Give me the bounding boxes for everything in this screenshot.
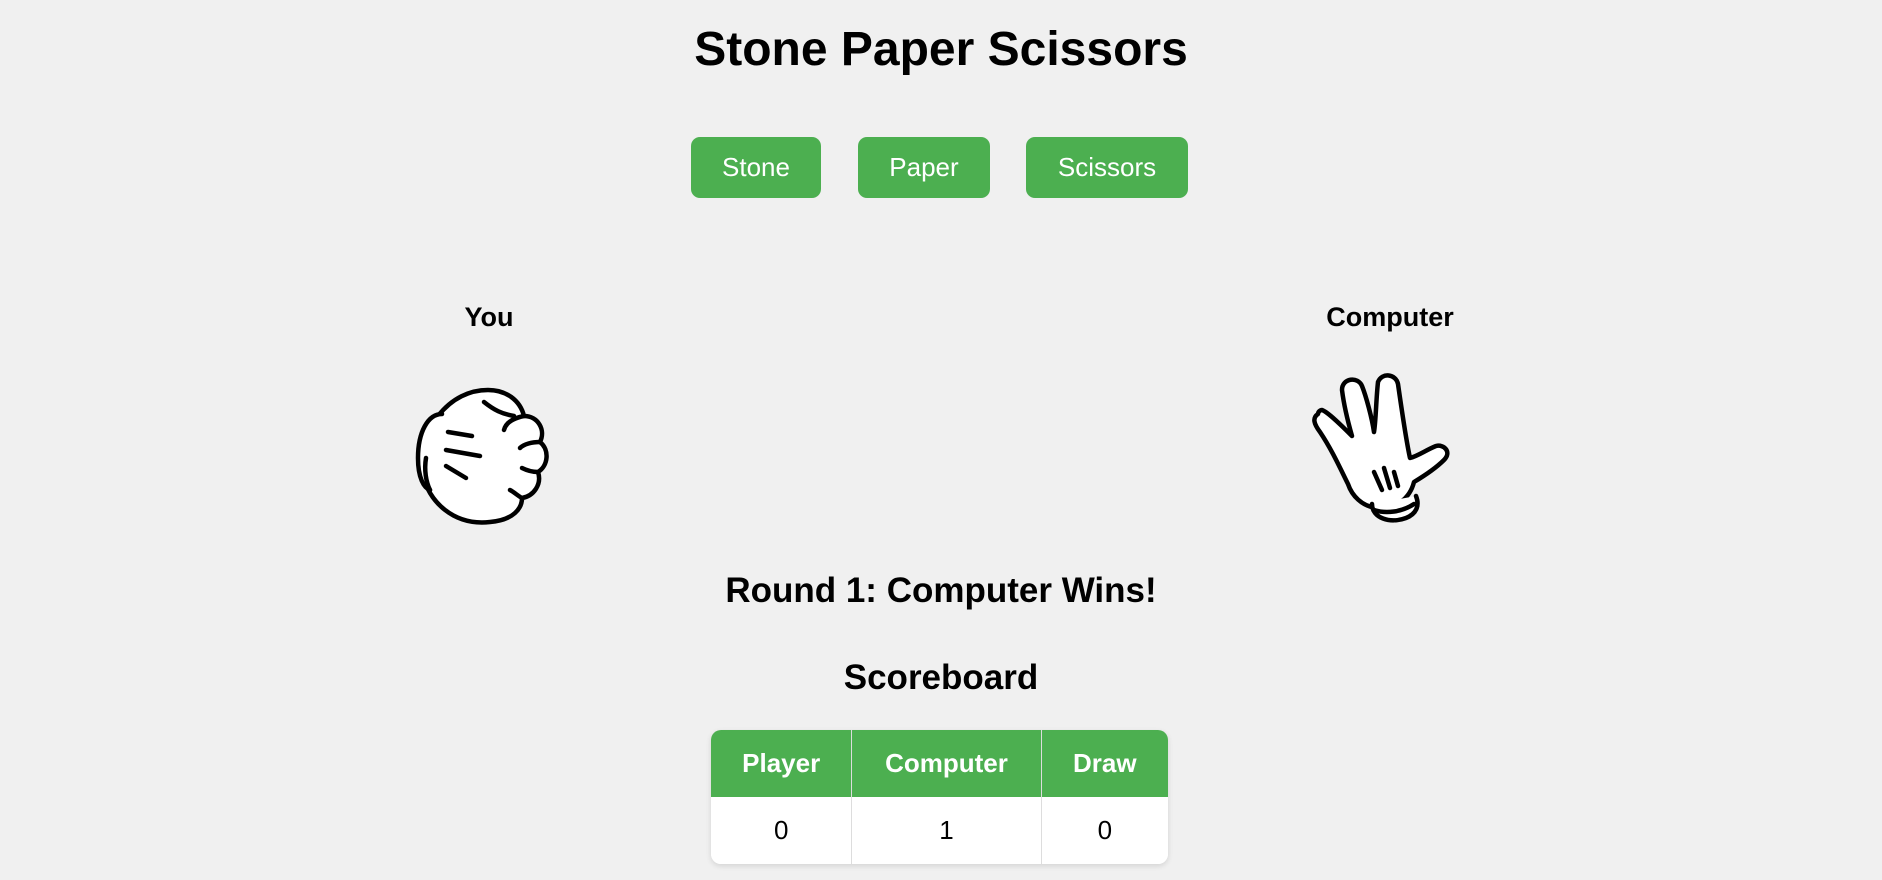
scoreboard-table: Player Computer Draw 0 1 0 (711, 730, 1168, 864)
player-label: You (464, 302, 514, 332)
header-player: Player (711, 730, 852, 797)
header-draw: Draw (1040, 730, 1168, 797)
computer-score: 1 (851, 797, 1042, 864)
scoreboard-title: Scoreboard (843, 658, 1039, 697)
header-computer: Computer (851, 730, 1042, 797)
computer-label: Computer (1326, 302, 1454, 332)
game-page: Stone Paper Scissors Stone Paper Scissor… (0, 0, 1882, 880)
scoreboard-header-row: Player Computer Draw (711, 730, 1168, 797)
stone-button[interactable]: Stone (691, 137, 821, 198)
scissors-hand-icon (1310, 372, 1470, 532)
page-title: Stone Paper Scissors (694, 23, 1188, 76)
round-result: Round 1: Computer Wins! (725, 571, 1157, 610)
scissors-button[interactable]: Scissors (1026, 137, 1188, 198)
fist-stone-icon (410, 374, 570, 529)
scoreboard-values-row: 0 1 0 (711, 797, 1168, 864)
paper-button[interactable]: Paper (858, 137, 990, 198)
draw-score: 0 (1040, 797, 1168, 864)
player-score: 0 (711, 797, 852, 864)
